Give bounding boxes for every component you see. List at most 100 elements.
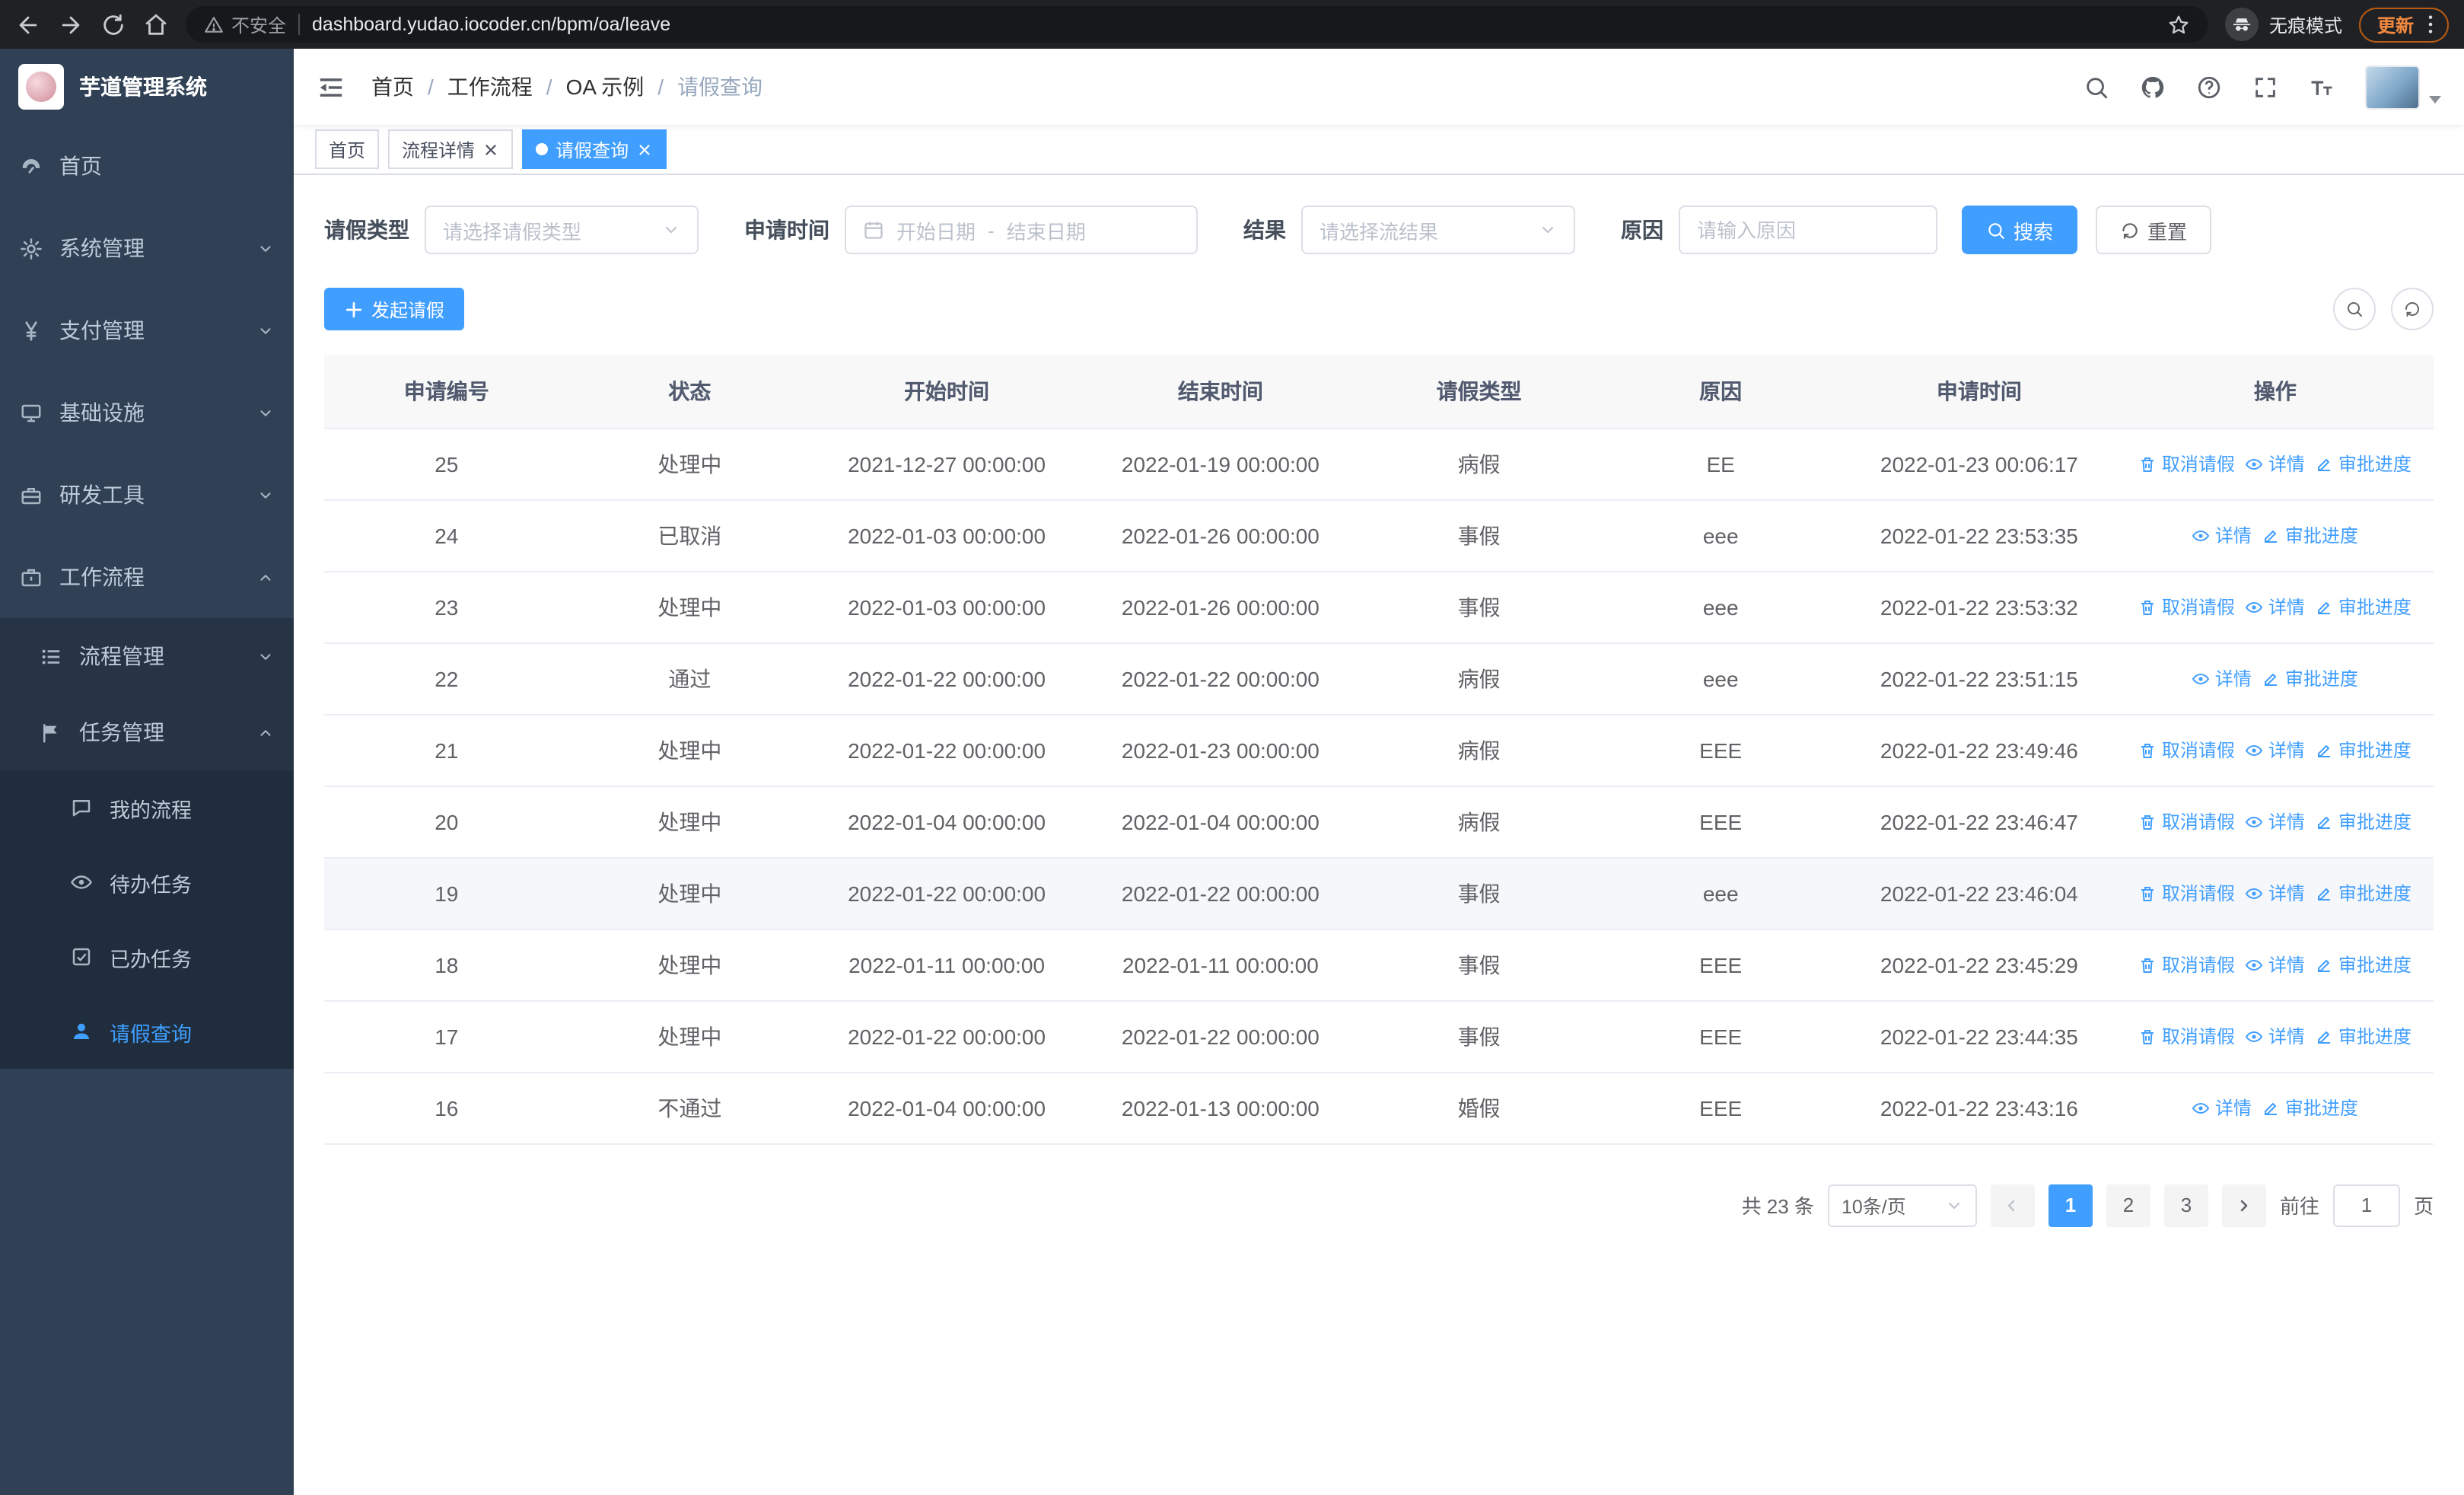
update-button[interactable]: 更新 xyxy=(2358,7,2449,42)
tab-1[interactable]: 流程详情 xyxy=(388,129,514,169)
progress-action[interactable]: 审批进度 xyxy=(2316,451,2411,477)
apply-time-range-picker[interactable]: 开始日期 - 结束日期 xyxy=(845,206,1198,254)
breadcrumb-item-0[interactable]: 首页 xyxy=(371,72,414,102)
result-select[interactable]: 请选择流结果 xyxy=(1301,206,1575,254)
detail-action[interactable]: 详情 xyxy=(2192,665,2252,691)
sidebar-item-2[interactable]: 支付管理 xyxy=(0,289,294,371)
table-header-row: 申请编号 状态 开始时间 结束时间 请假类型 原因 申请时间 操作 xyxy=(324,355,2434,429)
user-menu[interactable] xyxy=(2365,65,2441,109)
sidebar-item-6[interactable]: 流程管理 xyxy=(0,618,294,694)
cancel-action[interactable]: 取消请假 xyxy=(2139,952,2235,977)
reason-input[interactable] xyxy=(1697,218,1919,241)
goto-page-input[interactable] xyxy=(2332,1184,2400,1226)
avatar[interactable] xyxy=(2365,65,2420,109)
search-button[interactable]: 搜索 xyxy=(1962,206,2078,254)
table-row-25[interactable]: 25 处理中 2021-12-27 00:00:00 2022-01-19 00:00… xyxy=(324,428,2434,500)
detail-action[interactable]: 详情 xyxy=(2192,1095,2252,1120)
address-bar[interactable]: 不安全 dashboard.yudao.iocoder.cn/bpm/oa/le… xyxy=(186,6,2208,43)
github-icon[interactable] xyxy=(2140,74,2166,100)
sidebar-item-5[interactable]: 工作流程 xyxy=(0,536,294,618)
sidebar-item-3[interactable]: 基础设施 xyxy=(0,371,294,454)
cancel-action[interactable]: 取消请假 xyxy=(2139,451,2235,477)
page-size-select[interactable]: 10条/页 xyxy=(1827,1184,1977,1226)
tab-2[interactable]: 请假查询 xyxy=(522,129,667,169)
cell-reason: EEE xyxy=(1600,714,1842,786)
browser-chrome: 不安全 dashboard.yudao.iocoder.cn/bpm/oa/le… xyxy=(0,0,2464,49)
progress-action[interactable]: 审批进度 xyxy=(2262,522,2358,548)
page-1-button[interactable]: 1 xyxy=(2048,1184,2093,1226)
table-row-19[interactable]: 19 处理中 2022-01-22 00:00:00 2022-01-22 00:00… xyxy=(324,857,2434,929)
back-icon[interactable] xyxy=(15,11,41,37)
table-row-17[interactable]: 17 处理中 2022-01-22 00:00:00 2022-01-22 00:00… xyxy=(324,1000,2434,1073)
detail-action[interactable]: 详情 xyxy=(2246,451,2305,477)
progress-action[interactable]: 审批进度 xyxy=(2262,665,2358,691)
sidebar-item-0[interactable]: 首页 xyxy=(0,125,294,207)
sidebar-item-4[interactable]: 研发工具 xyxy=(0,454,294,536)
page-2-button[interactable]: 2 xyxy=(2106,1184,2150,1226)
prev-page-button[interactable] xyxy=(1990,1184,2035,1226)
refresh-table-button[interactable] xyxy=(2391,288,2434,330)
page-3-button[interactable]: 3 xyxy=(2163,1184,2208,1226)
progress-action[interactable]: 审批进度 xyxy=(2316,1023,2411,1049)
fontsize-icon[interactable] xyxy=(2309,74,2335,100)
column-header-6: 申请时间 xyxy=(1841,355,2117,429)
create-leave-button[interactable]: 发起请假 xyxy=(324,288,465,330)
table-row-24[interactable]: 24 已取消 2022-01-03 00:00:00 2022-01-26 00:00… xyxy=(324,499,2434,572)
progress-action[interactable]: 审批进度 xyxy=(2316,737,2411,763)
progress-action[interactable]: 审批进度 xyxy=(2316,880,2411,906)
sidebar-item-7[interactable]: 任务管理 xyxy=(0,694,294,770)
progress-action[interactable]: 审批进度 xyxy=(2316,952,2411,977)
breadcrumb-item-1[interactable]: 工作流程 xyxy=(447,72,533,102)
progress-action[interactable]: 审批进度 xyxy=(2316,594,2411,620)
progress-action[interactable]: 审批进度 xyxy=(2262,1095,2358,1120)
hamburger-icon[interactable] xyxy=(317,72,345,101)
edit-icon xyxy=(2262,1098,2281,1117)
detail-action[interactable]: 详情 xyxy=(2246,880,2305,906)
url-text[interactable]: dashboard.yudao.iocoder.cn/bpm/oa/leave xyxy=(312,14,2155,35)
breadcrumb-item-3[interactable]: 请假查询 xyxy=(677,72,762,102)
leave-type-select[interactable]: 请选择请假类型 xyxy=(425,206,699,254)
sidebar-item-9[interactable]: 待办任务 xyxy=(0,845,294,920)
cancel-action[interactable]: 取消请假 xyxy=(2139,594,2235,620)
close-icon[interactable] xyxy=(636,141,653,158)
cancel-action[interactable]: 取消请假 xyxy=(2139,1023,2235,1049)
detail-action[interactable]: 详情 xyxy=(2192,522,2252,548)
reload-icon[interactable] xyxy=(100,11,126,37)
bookmark-star-icon[interactable] xyxy=(2167,13,2190,36)
detail-action[interactable]: 详情 xyxy=(2246,952,2305,977)
sidebar-item-10[interactable]: 已办任务 xyxy=(0,920,294,994)
detail-action[interactable]: 详情 xyxy=(2246,1023,2305,1049)
next-page-button[interactable] xyxy=(2221,1184,2266,1226)
forward-icon[interactable] xyxy=(58,11,84,37)
cancel-action[interactable]: 取消请假 xyxy=(2139,808,2235,834)
table-row-20[interactable]: 20 处理中 2022-01-04 00:00:00 2022-01-04 00:00… xyxy=(324,786,2434,858)
detail-action[interactable]: 详情 xyxy=(2246,808,2305,834)
progress-action[interactable]: 审批进度 xyxy=(2316,808,2411,834)
table-row-23[interactable]: 23 处理中 2022-01-03 00:00:00 2022-01-26 00:00… xyxy=(324,571,2434,643)
table-row-21[interactable]: 21 处理中 2022-01-22 00:00:00 2022-01-23 00:00… xyxy=(324,714,2434,786)
search-icon[interactable] xyxy=(2084,74,2109,100)
security-chip[interactable]: 不安全 xyxy=(204,11,286,37)
sidebar-item-11[interactable]: 请假查询 xyxy=(0,994,294,1069)
table-row-16[interactable]: 16 不通过 2022-01-04 00:00:00 2022-01-13 00:00… xyxy=(324,1072,2434,1144)
sidebar-item-8[interactable]: 我的流程 xyxy=(0,770,294,845)
toggle-search-button[interactable] xyxy=(2333,288,2376,330)
detail-action[interactable]: 详情 xyxy=(2246,594,2305,620)
detail-action[interactable]: 详情 xyxy=(2246,737,2305,763)
home-icon[interactable] xyxy=(143,11,169,37)
help-icon[interactable] xyxy=(2196,74,2222,100)
close-icon[interactable] xyxy=(482,141,499,158)
tab-0[interactable]: 首页 xyxy=(315,129,380,169)
sidebar-item-label: 待办任务 xyxy=(110,873,192,896)
cancel-action[interactable]: 取消请假 xyxy=(2139,880,2235,906)
reset-button[interactable]: 重置 xyxy=(2096,206,2212,254)
breadcrumb-item-2[interactable]: OA 示例 xyxy=(566,72,645,102)
fullscreen-icon[interactable] xyxy=(2252,74,2278,100)
table-row-22[interactable]: 22 通过 2022-01-22 00:00:00 2022-01-22 00:00:… xyxy=(324,642,2434,715)
sidebar-item-1[interactable]: 系统管理 xyxy=(0,207,294,289)
cancel-action[interactable]: 取消请假 xyxy=(2139,737,2235,763)
menu-dots-icon[interactable] xyxy=(2418,12,2443,37)
table-row-18[interactable]: 18 处理中 2022-01-11 00:00:00 2022-01-11 00:00… xyxy=(324,929,2434,1001)
cell-type: 事假 xyxy=(1358,857,1600,929)
logo[interactable]: 芋道管理系统 xyxy=(0,49,294,125)
